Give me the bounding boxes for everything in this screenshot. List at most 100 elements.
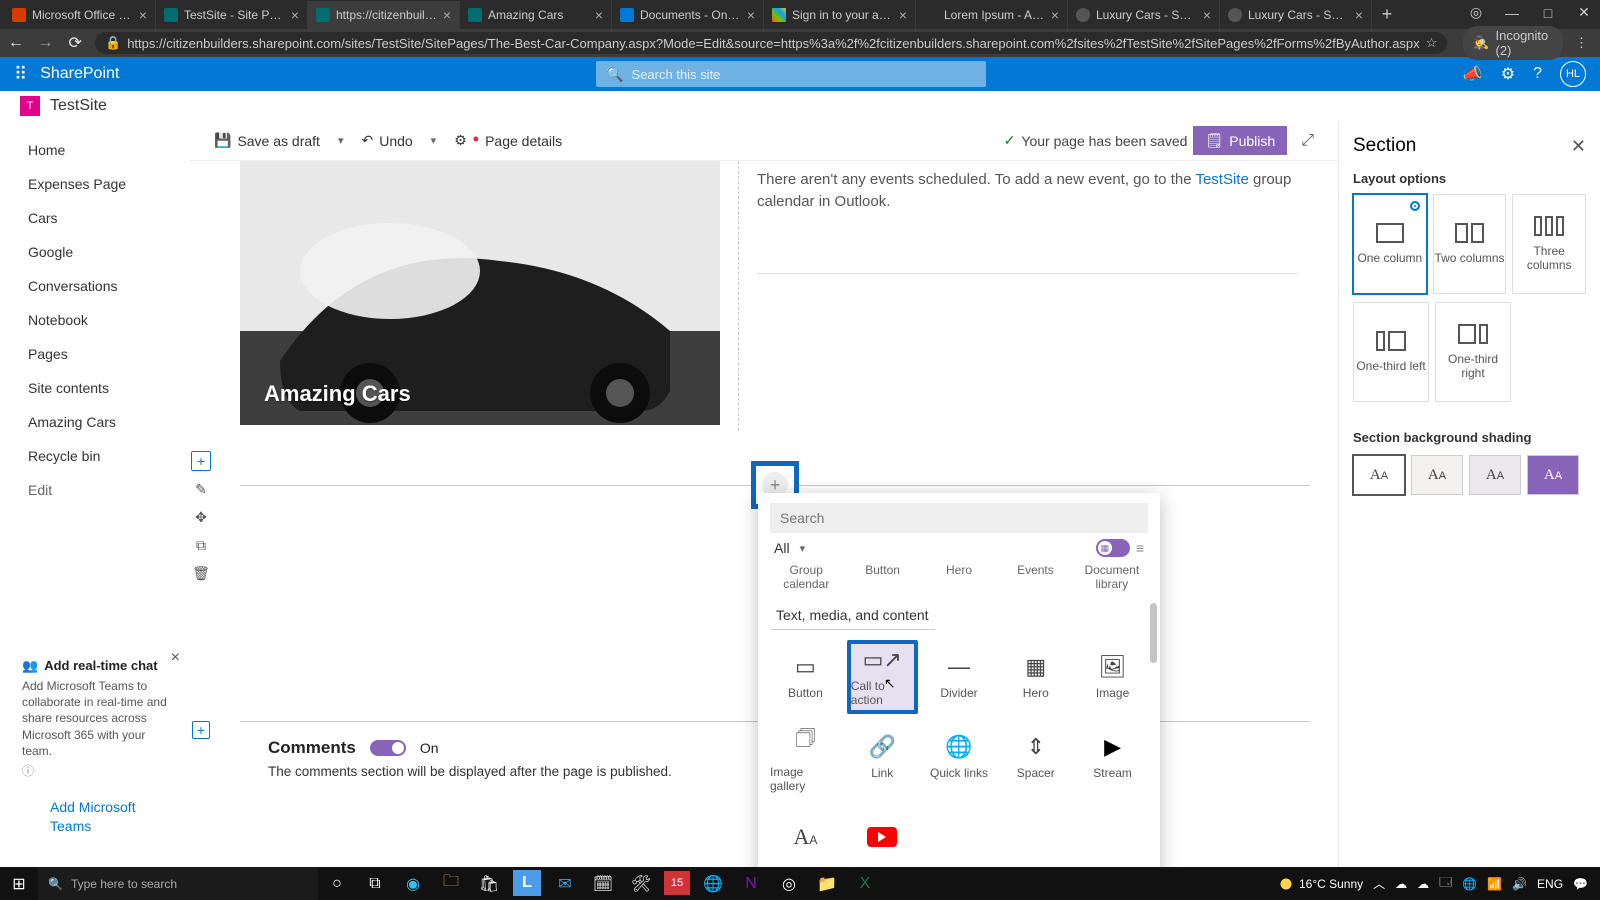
save-draft-button[interactable]: 💾Save as draft [206,128,328,153]
nav-item[interactable]: Site contents [0,371,190,405]
cortana-icon[interactable]: ○ [318,867,356,900]
network-icon[interactable]: 🌐 [1462,877,1477,891]
onenote-icon[interactable]: N [732,867,770,900]
close-icon[interactable]: × [1355,7,1363,23]
close-icon[interactable]: × [899,7,907,23]
weather-widget[interactable]: 16°C Sunny [1279,877,1363,891]
avatar[interactable]: HL [1560,61,1586,87]
nav-item[interactable]: Expenses Page [0,167,190,201]
tab-6[interactable]: Lorem Ipsum - All the× [916,1,1068,29]
cast-icon[interactable]: ◎ [1464,4,1488,21]
new-tab-button[interactable]: + [1372,4,1402,25]
chevron-down-icon[interactable]: ▾ [427,134,441,147]
shade-neutral[interactable]: AA [1411,455,1463,495]
help-icon[interactable]: ? [1533,65,1542,83]
shade-none[interactable]: AA [1353,455,1405,495]
add-section-button[interactable]: + [191,451,211,471]
edge-icon[interactable]: ◉ [394,867,432,900]
back-icon[interactable]: ← [6,34,26,52]
nav-item[interactable]: Google [0,235,190,269]
expand-icon[interactable]: ⤢ [1293,132,1322,150]
close-icon[interactable]: × [291,7,299,23]
search-input[interactable] [632,67,977,82]
minimize-icon[interactable]: — [1500,5,1524,21]
forward-icon[interactable]: → [36,34,56,52]
tab-5[interactable]: Sign in to your account× [764,1,916,29]
nav-edit[interactable]: Edit [0,473,190,507]
wp-text[interactable]: AA [770,800,841,867]
chevron-up-icon[interactable]: ︿ [1373,875,1385,892]
app-launcher-icon[interactable]: ⠿ [14,64,24,85]
notifications-icon[interactable]: 💬 [1573,877,1588,891]
site-logo[interactable]: T [20,96,40,116]
scrollbar[interactable] [1150,603,1157,663]
close-icon[interactable]: × [1203,7,1211,23]
publish-button[interactable]: 🗒Publish [1193,126,1287,155]
tab-7[interactable]: Luxury Cars - Sedans,× [1068,1,1220,29]
wp-image-gallery[interactable]: 🗇Image gallery [770,720,841,794]
nav-item[interactable]: Recycle bin [0,439,190,473]
events-webpart[interactable]: There aren't any events scheduled. To ad… [738,161,1310,431]
wp-button[interactable]: ▭Button [770,640,841,714]
nav-item[interactable]: Pages [0,337,190,371]
view-toggle[interactable]: ▦ [1096,539,1130,557]
nav-item[interactable]: Cars [0,201,190,235]
onedrive-icon[interactable]: ☁ [1417,877,1429,891]
url-field[interactable]: 🔒 https://citizenbuilders.sharepoint.com… [95,32,1447,54]
shade-strong[interactable]: AA [1527,455,1579,495]
layout-one-column[interactable]: One column [1353,194,1427,294]
shade-soft[interactable]: AA [1469,455,1521,495]
wp-spacer[interactable]: ⇕Spacer [1000,720,1071,794]
volume-icon[interactable]: 🔊 [1512,877,1527,891]
toolbox-search[interactable]: Search [770,503,1148,533]
info-icon[interactable]: ⓘ [22,763,168,779]
nav-item[interactable]: Notebook [0,303,190,337]
explorer-icon[interactable]: 🗀 [432,867,470,900]
wp-youtube[interactable] [847,800,918,867]
copy-icon[interactable]: ⧉ [191,535,211,555]
chevron-down-icon[interactable]: ▾ [796,542,810,555]
tab-4[interactable]: Documents - OneDrive× [612,1,764,29]
menu-icon[interactable]: ⋮ [1575,35,1588,51]
wp-quick-links[interactable]: 🌐Quick links [924,720,995,794]
wp-image[interactable]: 🖼Image [1077,640,1148,714]
wp-hero[interactable]: ▦Hero [1000,640,1071,714]
taskbar-search[interactable]: 🔍Type here to search [38,867,318,900]
suite-brand[interactable]: SharePoint [40,65,119,83]
app-icon[interactable]: 🛠 [622,867,660,900]
app-icon[interactable]: 📁 [808,867,846,900]
wp-divider[interactable]: —Divider [924,640,995,714]
reload-icon[interactable]: ⟳ [65,33,85,53]
tab-0[interactable]: Microsoft Office Home× [4,1,156,29]
delete-icon[interactable]: 🗑 [191,563,211,583]
layout-two-columns[interactable]: Two columns [1433,194,1507,294]
close-icon[interactable]: × [443,7,451,23]
tab-1[interactable]: TestSite - Site Pages -× [156,1,308,29]
onedrive-icon[interactable]: ☁ [1395,877,1407,891]
obs-icon[interactable]: ◎ [770,867,808,900]
edit-icon[interactable]: ✎ [191,479,211,499]
close-icon[interactable]: × [1051,7,1059,23]
wifi-icon[interactable]: 📶 [1487,877,1502,891]
store-icon[interactable]: 🛍 [470,867,508,900]
nav-item[interactable]: Amazing Cars [0,405,190,439]
star-icon[interactable]: ☆ [1426,35,1438,51]
battery-icon[interactable]: 🗔 [1439,873,1452,894]
excel-icon[interactable]: X [846,867,884,900]
filter-all[interactable]: All [774,540,790,556]
add-teams-link[interactable]: Add Microsoft Teams [22,789,168,845]
close-icon[interactable]: × [747,7,755,23]
list-view-icon[interactable]: ≡ [1136,540,1144,556]
megaphone-icon[interactable]: 📣 [1463,64,1483,84]
layout-one-third-right[interactable]: One-third right [1435,302,1511,402]
undo-button[interactable]: ↶Undo [353,128,420,153]
wp-link[interactable]: 🔗Link [847,720,918,794]
tab-3[interactable]: Amazing Cars× [460,1,612,29]
maximize-icon[interactable]: □ [1536,5,1560,21]
page-details-button[interactable]: ⚙•Page details [446,128,570,153]
nav-item[interactable]: Conversations [0,269,190,303]
tab-2[interactable]: https://citizenbuilders× [308,1,460,29]
task-view-icon[interactable]: ⧉ [356,867,394,900]
app-icon[interactable]: 15 [664,871,690,895]
site-link[interactable]: TestSite [1195,171,1248,188]
